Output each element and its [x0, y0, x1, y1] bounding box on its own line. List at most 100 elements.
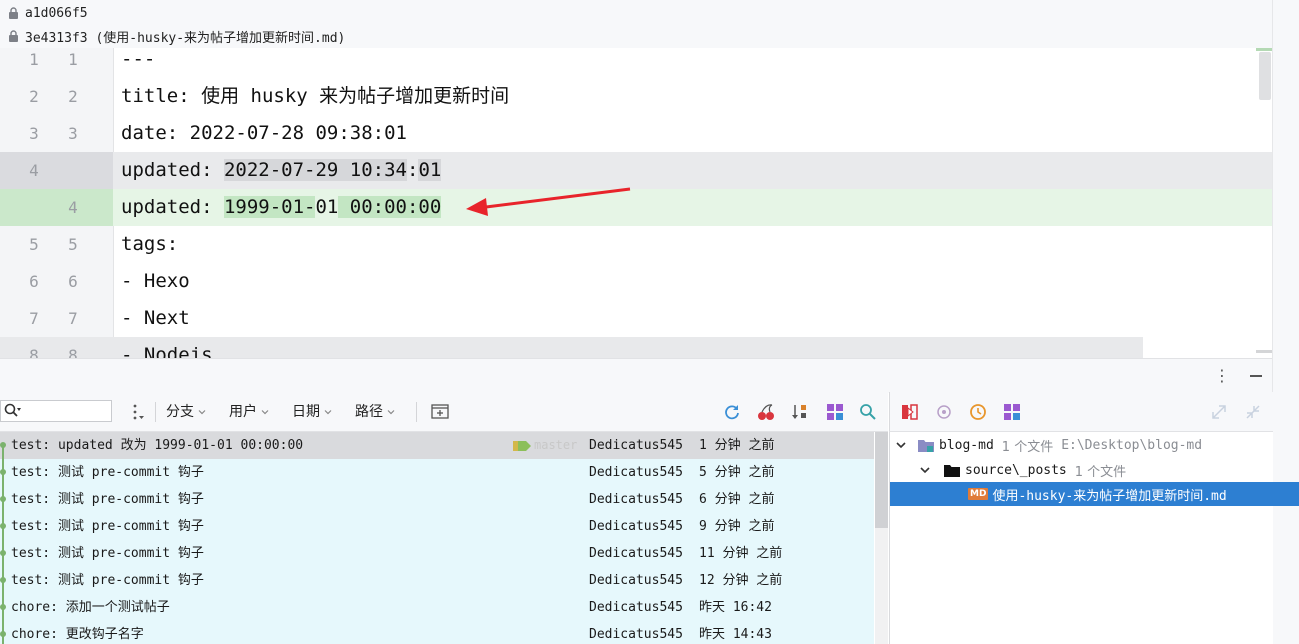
code-text: - Nodejs [121, 344, 213, 358]
right-line-number: 1 [68, 50, 78, 69]
branch-label: master [512, 432, 577, 459]
chevron-down-icon [387, 410, 395, 415]
code-text: date: 2022-07-28 09:38:01 [121, 122, 407, 144]
intellisort-icon[interactable] [825, 402, 845, 422]
lock-icon [8, 29, 19, 43]
log-scrollbar-thumb[interactable] [875, 432, 888, 528]
scroll-marker [1256, 48, 1272, 51]
diff-icon[interactable] [900, 402, 920, 422]
refresh-icon[interactable] [722, 402, 742, 422]
commit-date: 11 分钟 之前 [699, 546, 783, 561]
table-row[interactable]: test: 测试 pre-commit 钩子 Dedicatus545 11 分… [0, 540, 874, 567]
chevron-down-icon [920, 467, 930, 474]
commit-message: test: 测试 pre-commit 钩子 [11, 519, 204, 534]
diff-line-removed[interactable]: 4 updated: 2022-07-29 10:34:01 [0, 152, 1272, 189]
changed-files-tree[interactable]: blog-md 1 个文件 E:\Desktop\blog-md source\… [889, 432, 1299, 644]
commit-node [0, 496, 6, 502]
table-row[interactable]: test: 测试 pre-commit 钩子 Dedicatus545 9 分钟… [0, 513, 874, 540]
commit-node [0, 604, 6, 610]
markdown-file-icon: MD [968, 488, 989, 500]
table-row[interactable]: test: 测试 pre-commit 钩子 Dedicatus545 6 分钟… [0, 486, 874, 513]
commit-author: Dedicatus545 [589, 438, 683, 453]
commit-date: 12 分钟 之前 [699, 573, 783, 588]
collapse-icon[interactable] [1243, 402, 1263, 422]
revert-icon[interactable] [934, 402, 954, 422]
filter-path[interactable]: 路径 [355, 401, 395, 423]
left-line-number: 5 [29, 235, 39, 254]
diff-line[interactable]: 8 8 - Nodejs [0, 337, 1143, 358]
commit-node [0, 469, 6, 475]
left-line-number: 4 [29, 161, 39, 180]
right-line-number: 4 [68, 198, 78, 217]
diff-line[interactable]: 2 2 title: 使用 husky 来为帖子增加更新时间 [0, 78, 1272, 115]
search-box[interactable] [0, 400, 112, 422]
commit-message: test: 测试 pre-commit 钩子 [11, 465, 204, 480]
code-text: updated: 2022-07-29 10:34:01 [121, 159, 442, 181]
left-line-number: 6 [29, 272, 39, 291]
tree-node-file[interactable]: MD 使用-husky-来为帖子增加更新时间.md [890, 482, 1299, 506]
diff-editor[interactable]: 1 1 --- 2 2 title: 使用 husky 来为帖子增加更新时间 3… [0, 48, 1272, 358]
diff-line[interactable]: 3 3 date: 2022-07-28 09:38:01 [0, 115, 1272, 152]
commit-node [0, 523, 6, 529]
commit-message: test: 测试 pre-commit 钩子 [11, 492, 204, 507]
find-icon[interactable] [858, 402, 878, 422]
chevron-down-icon [261, 410, 269, 415]
group-icon[interactable] [1002, 402, 1022, 422]
right-line-number: 5 [68, 235, 78, 254]
table-row[interactable]: test: 测试 pre-commit 钩子 Dedicatus545 5 分钟… [0, 459, 874, 486]
code-text: updated: 1999-01-01 00:00:00 [121, 196, 442, 218]
commit-message: chore: 更改钩子名字 [11, 627, 144, 642]
lock-icon [8, 6, 19, 20]
right-line-number: 8 [68, 346, 78, 358]
sort-icon[interactable] [790, 402, 810, 422]
right-tool-stripe [1272, 0, 1299, 644]
commit-author: Dedicatus545 [589, 546, 683, 561]
tree-node-folder[interactable]: source\_posts 1 个文件 [890, 458, 1299, 482]
right-line-number: 6 [68, 272, 78, 291]
search-icon [4, 403, 21, 417]
left-line-number: 2 [29, 87, 39, 106]
commit-node [0, 550, 6, 556]
chevron-down-icon [198, 410, 206, 415]
options-icon[interactable] [128, 402, 148, 422]
minimize-icon[interactable] [1246, 366, 1266, 386]
left-revision-label: a1d066f5 [25, 5, 88, 21]
diff-line[interactable]: 1 1 --- [0, 48, 1272, 78]
commit-node [0, 442, 6, 448]
commit-message: test: 测试 pre-commit 钩子 [11, 546, 204, 561]
new-tab-icon[interactable] [430, 402, 450, 422]
right-line-number: 7 [68, 309, 78, 328]
commit-author: Dedicatus545 [589, 465, 683, 480]
history-icon[interactable] [968, 402, 988, 422]
code-text: - Hexo [121, 270, 190, 292]
code-text: title: 使用 husky 来为帖子增加更新时间 [121, 85, 510, 107]
commit-node [0, 577, 6, 583]
diff-line-added[interactable]: 4 updated: 1999-01-01 00:00:00 [0, 189, 1272, 226]
more-icon[interactable]: ⋮ [1212, 366, 1232, 386]
left-line-number [24, 189, 44, 226]
cherry-pick-icon[interactable] [756, 402, 776, 422]
editor-scrollbar-thumb[interactable] [1259, 52, 1271, 100]
code-text: - Next [121, 307, 190, 329]
table-row[interactable]: chore: 添加一个测试帖子 Dedicatus545 昨天 16:42 [0, 594, 874, 621]
commit-author: Dedicatus545 [589, 573, 683, 588]
diff-line[interactable]: 5 5 tags: [0, 226, 1272, 263]
tree-node-root[interactable]: blog-md 1 个文件 E:\Desktop\blog-md [890, 433, 1279, 457]
diff-line[interactable]: 6 6 - Hexo [0, 263, 1272, 300]
tag-icon [513, 440, 531, 451]
changes-toolbar [889, 392, 1273, 432]
search-input[interactable] [25, 402, 109, 420]
table-row[interactable]: test: updated 改为 1999-01-01 00:00:00 mas… [0, 432, 874, 459]
commit-list[interactable]: test: updated 改为 1999-01-01 00:00:00 mas… [0, 432, 874, 644]
left-line-number: 8 [29, 346, 39, 358]
table-row[interactable]: chore: 更改钩子名字 Dedicatus545 昨天 14:43 [0, 621, 874, 644]
filter-branch[interactable]: 分支 [166, 401, 206, 423]
commit-message: chore: 添加一个测试帖子 [11, 600, 170, 615]
commit-date: 6 分钟 之前 [699, 492, 775, 507]
expand-icon[interactable] [1209, 402, 1229, 422]
table-row[interactable]: test: 测试 pre-commit 钩子 Dedicatus545 12 分… [0, 567, 874, 594]
filter-date[interactable]: 日期 [292, 401, 332, 423]
filter-user[interactable]: 用户 [229, 401, 269, 423]
diff-line[interactable]: 7 7 - Next [0, 300, 1272, 337]
commit-date: 1 分钟 之前 [699, 438, 775, 453]
